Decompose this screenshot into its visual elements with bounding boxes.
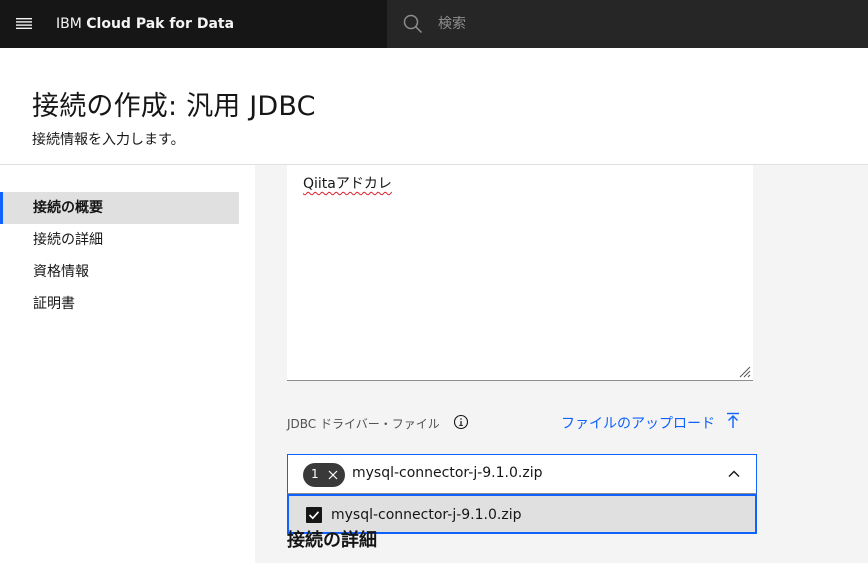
option-label: mysql-connector-j-9.1.0.zip: [331, 507, 522, 523]
nav-item-certificates[interactable]: 証明書: [0, 288, 239, 320]
driver-field-label-row: JDBC ドライバー・ファイル ファイルのアップロード: [287, 412, 757, 433]
checkmark-icon: [308, 511, 320, 520]
brand-prefix: IBM: [56, 16, 82, 32]
search-icon: [403, 14, 423, 34]
global-search[interactable]: [387, 0, 868, 48]
description-text: Qiitaアドカレ: [303, 176, 392, 192]
brand-name: Cloud Pak for Data: [86, 16, 235, 32]
resize-handle-icon[interactable]: [739, 366, 751, 378]
page-title: 接続の作成: 汎用 JDBC: [32, 91, 316, 122]
clear-selection-icon[interactable]: [327, 467, 339, 483]
checkbox-checked[interactable]: [306, 507, 322, 523]
section-nav: 接続の概要 接続の詳細 資格情報 証明書: [0, 192, 239, 320]
selected-count-tag: 1: [303, 463, 345, 487]
page-subtitle: 接続情報を入力します。: [32, 132, 185, 148]
upload-icon[interactable]: [725, 412, 741, 430]
search-input[interactable]: [438, 0, 838, 48]
selected-file-value: mysql-connector-j-9.1.0.zip: [352, 465, 543, 481]
form-panel: Qiitaアドカレ JDBC ドライバー・ファイル ファイルのアップロード 1: [255, 165, 868, 563]
chevron-up-icon[interactable]: [728, 469, 740, 479]
driver-file-multiselect[interactable]: 1 mysql-connector-j-9.1.0.zip: [287, 454, 757, 494]
selected-count: 1: [311, 467, 319, 481]
upload-file-link[interactable]: ファイルのアップロード: [561, 413, 715, 433]
driver-field-label: JDBC ドライバー・ファイル: [287, 417, 440, 431]
nav-item-credentials[interactable]: 資格情報: [0, 256, 239, 288]
nav-item-details[interactable]: 接続の詳細: [0, 224, 239, 256]
nav-item-overview[interactable]: 接続の概要: [0, 192, 239, 224]
menu-icon: [16, 18, 32, 29]
top-bar: IBM Cloud Pak for Data: [0, 0, 868, 48]
connection-details-heading: 接続の詳細: [287, 530, 377, 551]
info-icon[interactable]: [453, 414, 469, 430]
description-textarea[interactable]: Qiitaアドカレ: [287, 165, 753, 381]
product-brand[interactable]: IBM Cloud Pak for Data: [56, 0, 234, 48]
hamburger-menu-button[interactable]: [0, 0, 48, 48]
